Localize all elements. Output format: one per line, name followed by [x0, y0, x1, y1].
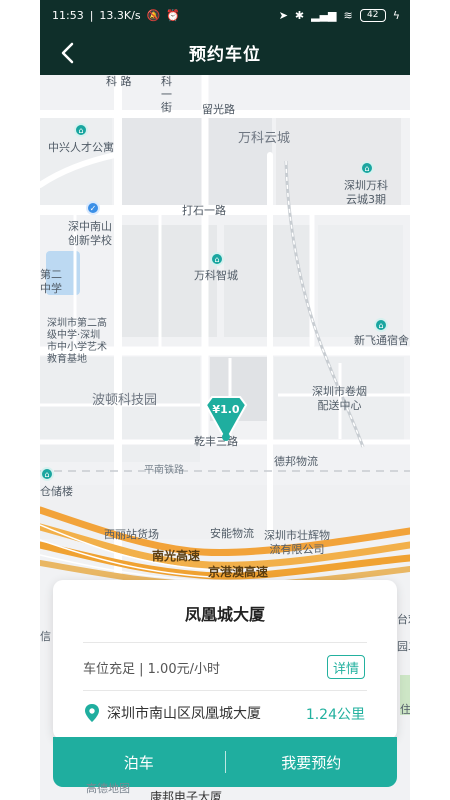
parking-marker[interactable]: ¥1.0 [204, 391, 248, 451]
network-speed: 13.3K/s [99, 8, 141, 22]
mute-icon: 🔕 [146, 8, 161, 22]
map-label-wanke-yuncheng: 万科云城 [238, 131, 291, 146]
charging-icon: ϟ [392, 8, 400, 22]
top-navigation: 预约车位 [40, 30, 410, 75]
map-label-shenzhen-school-2: 深圳市第二高 级中学·深圳 市中小学艺术 教育基地 [47, 318, 107, 365]
map-label-xili-station: 西丽站货场 [104, 528, 159, 541]
map-label-second-school: 第二 中学 [40, 268, 62, 295]
map-label-anneng: 安能物流 [210, 527, 254, 540]
location-pin-icon [85, 704, 99, 722]
parking-name: 凤凰城大厦 [184, 605, 265, 624]
map-label-shenzhong-school: 深中南山 创新学校 [68, 220, 112, 247]
battery-level: 42 [367, 9, 379, 20]
back-button[interactable] [50, 36, 84, 70]
poi-dorm-icon[interactable]: ⌂ [374, 318, 388, 332]
chevron-left-icon [61, 42, 74, 64]
map-label-boton-park: 波顿科技园 [92, 393, 158, 408]
marker-price: ¥1.0 [212, 403, 240, 416]
details-button[interactable]: 详情 [327, 655, 366, 679]
poi-apartment-icon[interactable]: ⌂ [74, 123, 88, 137]
reserve-button[interactable]: 我要预约 [226, 737, 398, 787]
park-button[interactable]: 泊车 [53, 737, 225, 787]
map-label-debang: 德邦物流 [274, 455, 318, 468]
address-row: 深圳市南山区凤凰城大厦 [83, 703, 261, 723]
map-label-keyi-street: 科 一 街 [161, 75, 172, 114]
navigation-icon: ➤ [278, 8, 288, 22]
parking-info-card: 凤凰城大厦 车位充足 | 1.00元/小时 详情 深圳市南山区凤凰城大厦 1.2… [53, 580, 397, 740]
price-pin-icon [204, 396, 248, 444]
school-icon[interactable]: ✓ [86, 201, 100, 215]
map-label-shenzhen-tobacco: 深圳市卷烟 配送中心 [312, 385, 367, 412]
status-left: 11:53 | 13.3K/s 🔕 ⏰ [52, 9, 180, 22]
status-right: ➤ ✱ ▂▄▆ ≋ 42 ϟ [278, 8, 400, 22]
map-label-pingnan-rail: 平南铁路 [144, 465, 184, 476]
alarm-icon: ⏰ [166, 8, 180, 22]
map-label-zhongxing-apartment: 中兴人才公寓 [48, 141, 114, 154]
map-label-cang-storage: 仓储楼 [40, 485, 73, 498]
status-separator: | [89, 8, 94, 22]
parking-price: 车位充足 | 1.00元/小时 [83, 662, 220, 677]
distance-text: 1.24公里 [305, 707, 365, 723]
poi-zhicheng-icon[interactable]: ⌂ [210, 252, 224, 266]
map-label-dashi-road: 打石一路 [182, 204, 226, 217]
map-label-liuguang-road: 留光路 [202, 103, 235, 116]
poi-storage-icon[interactable]: ⌂ [40, 467, 54, 481]
status-bar: 11:53 | 13.3K/s 🔕 ⏰ ➤ ✱ ▂▄▆ ≋ 42 ϟ [40, 0, 410, 30]
parking-address: 深圳市南山区凤凰城大厦 [107, 706, 261, 722]
map-label-nanguang-expressway: 南光高速 [152, 549, 201, 563]
signal-icon: ▂▄▆ [311, 8, 337, 22]
map-label-shenzhen-wanke-3: 深圳万科 云城3期 [344, 179, 388, 206]
map-label-zhuanghui: 深圳市壮辉物 流有限公司 [264, 529, 330, 556]
map-label-xinfei-dorm: 新飞通宿舍 [354, 334, 409, 347]
map-provider-logo: 高德地图 [86, 782, 130, 795]
poi-wanke3-icon[interactable]: ⌂ [360, 161, 374, 175]
map-label-right-edge-1: 台戏 [397, 613, 410, 626]
battery-icon: 42 [359, 8, 386, 22]
map-label-right-edge-2: 园二 [397, 640, 410, 653]
map-label-wanke-zhicheng: 万科智城 [194, 269, 238, 282]
map-label-jinggang-expressway: 京港澳高速 [208, 565, 269, 579]
phone-screen: 11:53 | 13.3K/s 🔕 ⏰ ➤ ✱ ▂▄▆ ≋ 42 ϟ 预约车位 … [40, 0, 410, 800]
status-time: 11:53 [52, 8, 84, 22]
map-label-kelu: 科 路 [106, 75, 132, 88]
map-label-bottom-fragment: 康邦电子大厦 [150, 790, 223, 800]
map-label-xin-left: 信 [40, 630, 51, 643]
bluetooth-icon: ✱ [294, 8, 305, 22]
card-separator [83, 690, 367, 691]
wifi-icon: ≋ [343, 8, 353, 22]
map-label-right-edge-3: 住 [400, 703, 410, 716]
page-title: 预约车位 [189, 45, 261, 65]
screen: 11:53 | 13.3K/s 🔕 ⏰ ➤ ✱ ▂▄▆ ≋ 42 ϟ 预约车位 … [0, 0, 450, 800]
card-separator [83, 642, 367, 643]
